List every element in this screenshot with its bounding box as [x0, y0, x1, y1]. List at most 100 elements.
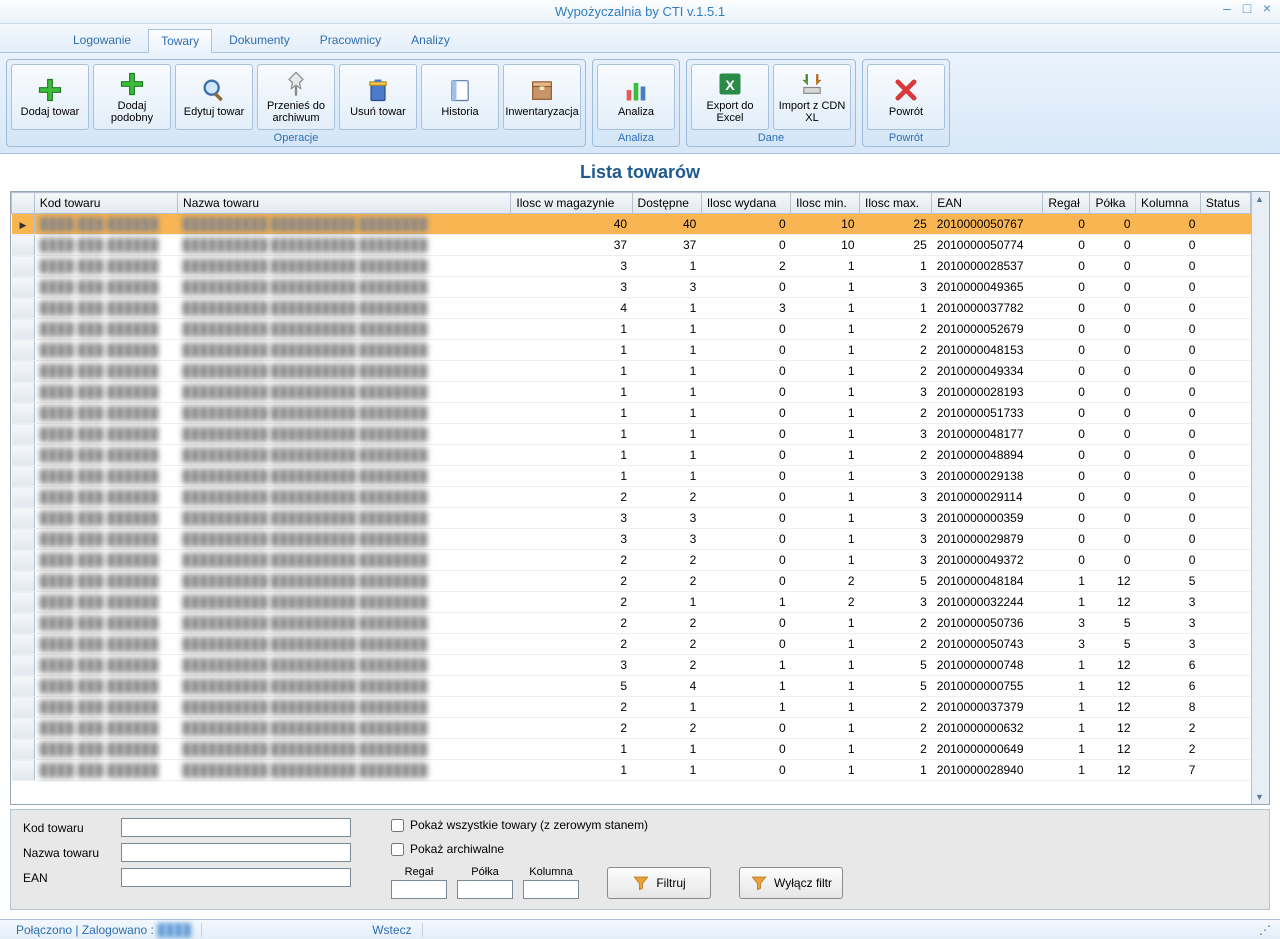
table-row[interactable]: ████-███-████████████████ ██████████ ███…	[12, 319, 1251, 340]
col-header[interactable]: Półka	[1090, 193, 1136, 214]
table-row[interactable]: ████-███-████████████████ ██████████ ███…	[12, 571, 1251, 592]
row-header[interactable]	[12, 592, 35, 613]
menu-item-logowanie[interactable]: Logowanie	[60, 28, 144, 52]
row-header[interactable]	[12, 403, 35, 424]
table-row[interactable]: ████-███-████████████████ ██████████ ███…	[12, 697, 1251, 718]
inventory-button[interactable]: Inwentaryzacja	[503, 64, 581, 130]
minimize-button[interactable]: –	[1220, 2, 1234, 16]
row-header[interactable]	[12, 739, 35, 760]
grid-scrollbar[interactable]	[1251, 192, 1269, 804]
edit-button[interactable]: Edytuj towar	[175, 64, 253, 130]
table-row[interactable]: ████-███-████████████████ ██████████ ███…	[12, 508, 1251, 529]
table-row[interactable]: ████-███-████████████████ ██████████ ███…	[12, 214, 1251, 235]
table-row[interactable]: ████-███-████████████████ ██████████ ███…	[12, 466, 1251, 487]
table-row[interactable]: ████-███-████████████████ ██████████ ███…	[12, 445, 1251, 466]
filter-kod-input[interactable]	[121, 818, 351, 837]
cell-polka: 12	[1090, 676, 1136, 697]
filter-ean-input[interactable]	[121, 868, 351, 887]
export-xls-button[interactable]: XExport do Excel	[691, 64, 769, 130]
filter-button[interactable]: Filtruj	[607, 867, 711, 899]
table-row[interactable]: ████-███-████████████████ ██████████ ███…	[12, 613, 1251, 634]
table-row[interactable]: ████-███-████████████████ ██████████ ███…	[12, 256, 1251, 277]
row-header[interactable]	[12, 508, 35, 529]
row-header[interactable]	[12, 529, 35, 550]
menu-item-pracownicy[interactable]: Pracownicy	[307, 28, 394, 52]
status-back[interactable]: Wstecz	[362, 923, 422, 937]
row-header[interactable]	[12, 466, 35, 487]
row-header[interactable]	[12, 613, 35, 634]
col-header[interactable]: Kod towaru	[34, 193, 177, 214]
table-row[interactable]: ████-███-████████████████ ██████████ ███…	[12, 529, 1251, 550]
row-header[interactable]	[12, 298, 35, 319]
maximize-button[interactable]: □	[1240, 2, 1254, 16]
filter-kolumna-input[interactable]	[523, 880, 579, 899]
row-header[interactable]	[12, 655, 35, 676]
table-row[interactable]: ████-███-████████████████ ██████████ ███…	[12, 760, 1251, 781]
row-header[interactable]	[12, 445, 35, 466]
show-zero-checkbox[interactable]	[391, 819, 404, 832]
menu-item-analizy[interactable]: Analizy	[398, 28, 463, 52]
row-header[interactable]	[12, 760, 35, 781]
menu-item-towary[interactable]: Towary	[148, 29, 212, 53]
filter-regal-input[interactable]	[391, 880, 447, 899]
col-header[interactable]: Ilosc min.	[791, 193, 860, 214]
col-header[interactable]: Kolumna	[1136, 193, 1201, 214]
col-header[interactable]: Ilosc wydana	[701, 193, 790, 214]
archive-button[interactable]: Przenieś do archiwum	[257, 64, 335, 130]
show-arch-checkbox[interactable]	[391, 843, 404, 856]
back-button[interactable]: Powrót	[867, 64, 945, 130]
row-header[interactable]	[12, 340, 35, 361]
col-header[interactable]: Ilosc max.	[860, 193, 932, 214]
add-button[interactable]: Dodaj towar	[11, 64, 89, 130]
col-header[interactable]: Status	[1200, 193, 1250, 214]
clear-filter-button[interactable]: Wyłącz filtr	[739, 867, 843, 899]
import-cdn-button[interactable]: Import z CDN XL	[773, 64, 851, 130]
table-row[interactable]: ████-███-████████████████ ██████████ ███…	[12, 676, 1251, 697]
row-header[interactable]	[12, 718, 35, 739]
row-header[interactable]	[12, 382, 35, 403]
table-row[interactable]: ████-███-████████████████ ██████████ ███…	[12, 550, 1251, 571]
table-row[interactable]: ████-███-████████████████ ██████████ ███…	[12, 235, 1251, 256]
table-row[interactable]: ████-███-████████████████ ██████████ ███…	[12, 634, 1251, 655]
row-header[interactable]	[12, 697, 35, 718]
table-row[interactable]: ████-███-████████████████ ██████████ ███…	[12, 487, 1251, 508]
products-table[interactable]: Kod towaruNazwa towaruIlosc w magazynieD…	[11, 192, 1251, 781]
history-button[interactable]: Historia	[421, 64, 499, 130]
table-row[interactable]: ████-███-████████████████ ██████████ ███…	[12, 277, 1251, 298]
col-header[interactable]: Dostępne	[632, 193, 701, 214]
table-row[interactable]: ████-███-████████████████ ██████████ ███…	[12, 655, 1251, 676]
filter-polka-input[interactable]	[457, 880, 513, 899]
table-row[interactable]: ████-███-████████████████ ██████████ ███…	[12, 298, 1251, 319]
row-header[interactable]	[12, 319, 35, 340]
delete-button[interactable]: Usuń towar	[339, 64, 417, 130]
table-row[interactable]: ████-███-████████████████ ██████████ ███…	[12, 424, 1251, 445]
table-row[interactable]: ████-███-████████████████ ██████████ ███…	[12, 718, 1251, 739]
table-row[interactable]: ████-███-████████████████ ██████████ ███…	[12, 592, 1251, 613]
table-row[interactable]: ████-███-████████████████ ██████████ ███…	[12, 340, 1251, 361]
menu-item-dokumenty[interactable]: Dokumenty	[216, 28, 303, 52]
table-row[interactable]: ████-███-████████████████ ██████████ ███…	[12, 739, 1251, 760]
table-row[interactable]: ████-███-████████████████ ██████████ ███…	[12, 382, 1251, 403]
table-row[interactable]: ████-███-████████████████ ██████████ ███…	[12, 361, 1251, 382]
row-header[interactable]	[12, 571, 35, 592]
col-header[interactable]: EAN	[932, 193, 1043, 214]
row-header[interactable]	[12, 424, 35, 445]
row-header[interactable]	[12, 361, 35, 382]
table-row[interactable]: ████-███-████████████████ ██████████ ███…	[12, 403, 1251, 424]
row-header[interactable]	[12, 676, 35, 697]
row-header[interactable]	[12, 235, 35, 256]
row-header[interactable]	[12, 277, 35, 298]
col-header[interactable]: Ilosc w magazynie	[511, 193, 632, 214]
row-header[interactable]	[12, 550, 35, 571]
cell-kod: ████-███-██████	[34, 676, 177, 697]
window-close-button[interactable]: ×	[1260, 2, 1274, 16]
row-header[interactable]	[12, 214, 35, 235]
row-header[interactable]	[12, 487, 35, 508]
col-header[interactable]: Regał	[1043, 193, 1090, 214]
row-header[interactable]	[12, 634, 35, 655]
filter-nazwa-input[interactable]	[121, 843, 351, 862]
analysis-button[interactable]: Analiza	[597, 64, 675, 130]
col-header[interactable]: Nazwa towaru	[178, 193, 511, 214]
add-sim-button[interactable]: Dodaj podobny	[93, 64, 171, 130]
row-header[interactable]	[12, 256, 35, 277]
